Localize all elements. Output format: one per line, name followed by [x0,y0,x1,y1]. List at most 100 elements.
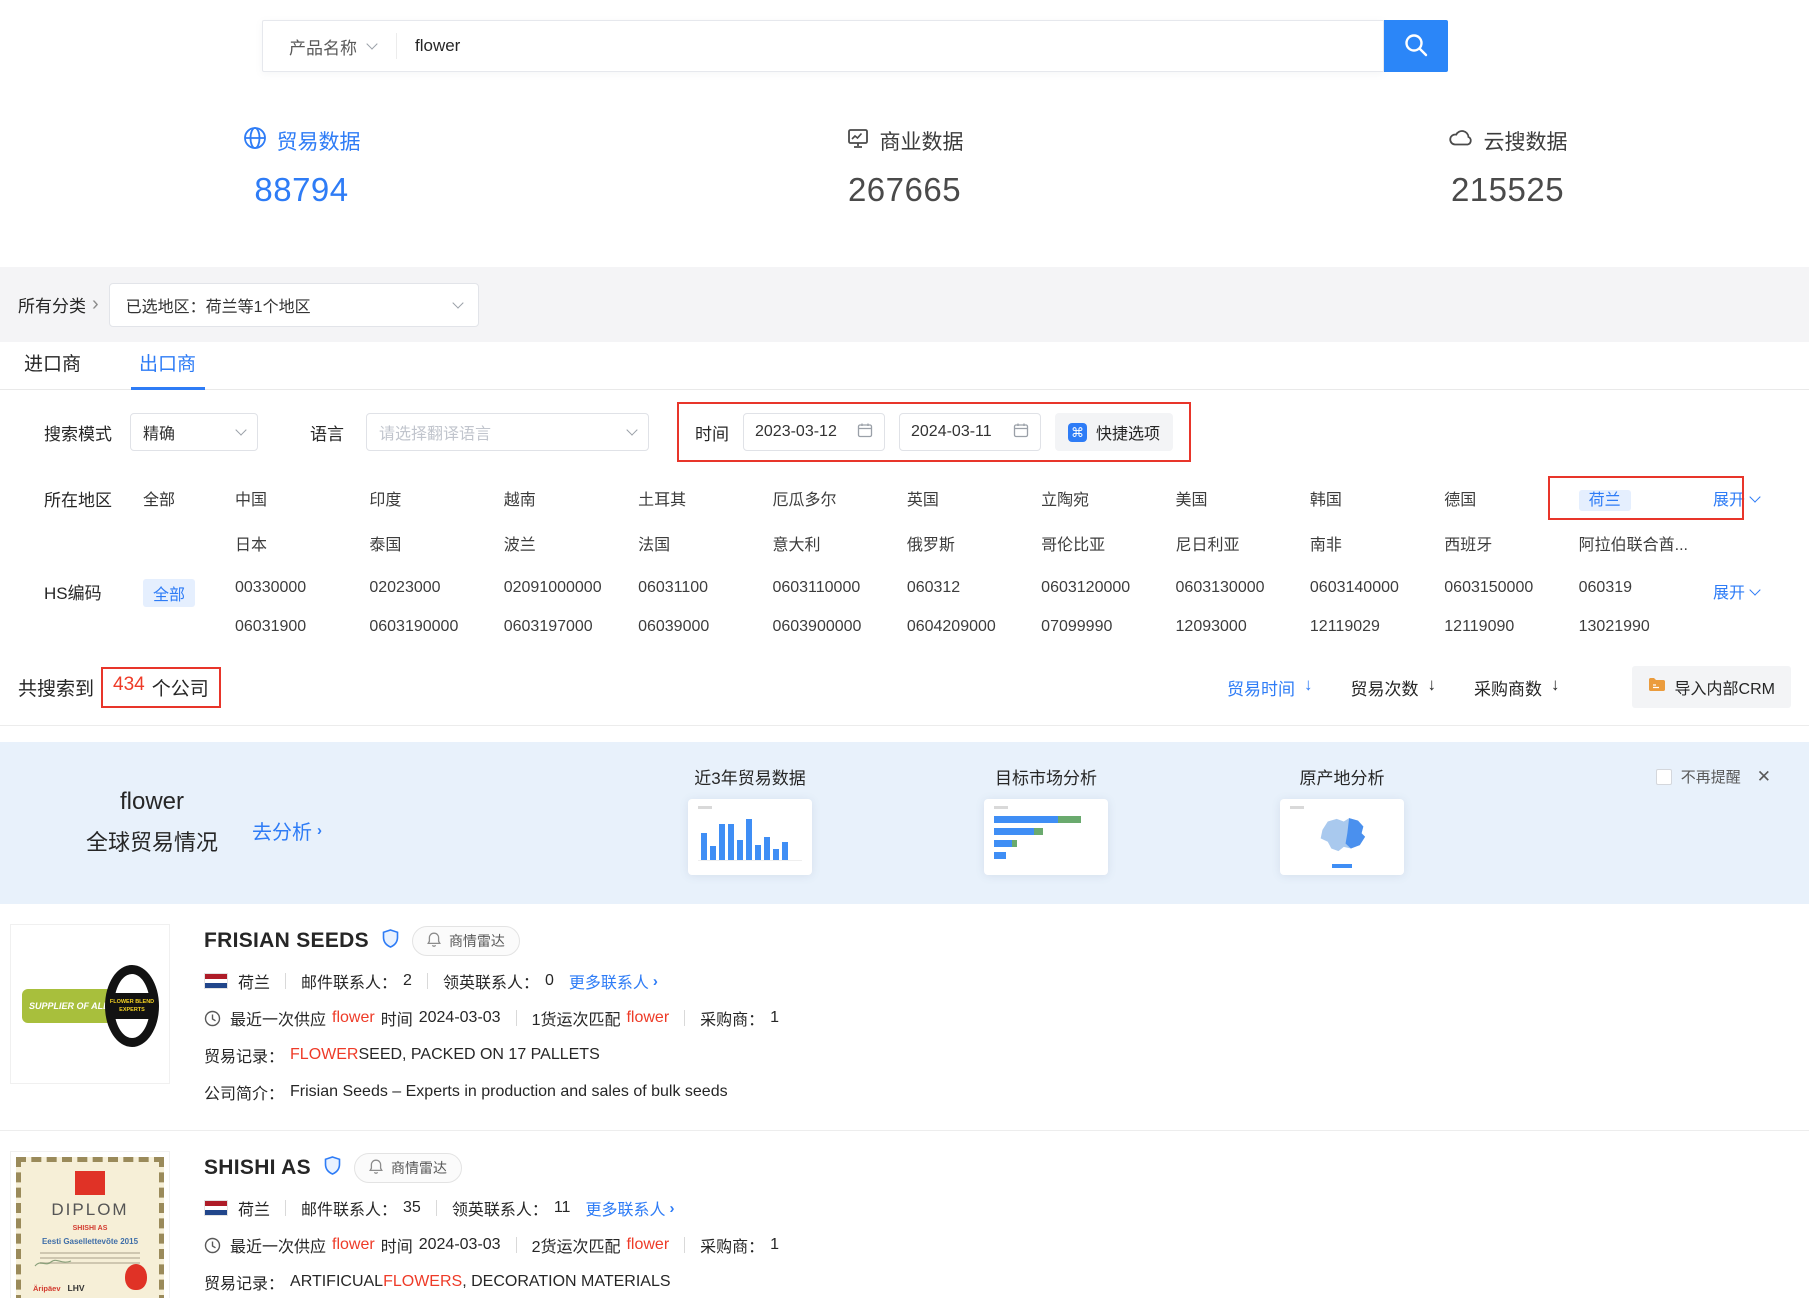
hs-code-item[interactable]: 060319 [1579,579,1713,597]
hs-code-item[interactable]: 0603130000 [1176,579,1310,597]
region-all-option[interactable]: 全部 [143,492,175,509]
hs-code-item[interactable]: 07099990 [1041,618,1175,636]
hbar-chart-thumbnail[interactable] [984,799,1108,875]
region-expand-link[interactable]: 展开 [1713,486,1809,510]
close-icon[interactable]: ✕ [1757,767,1771,787]
region-item[interactable]: 意大利 [772,531,906,555]
import-crm-button[interactable]: 导入内部CRM [1632,666,1791,708]
keyword-highlight: flower [626,1236,669,1254]
region-item[interactable]: 越南 [504,486,638,510]
hs-all-option[interactable]: 全部 [143,579,195,607]
region-filter: 所在地区 全部 荷兰 中国印度越南土耳其厄瓜多尔英国立陶宛美国韩国德国 日本泰国… [0,486,1809,555]
hs-code-item[interactable]: 0603900000 [772,618,906,636]
region-item[interactable]: 尼日利亚 [1176,531,1310,555]
region-item[interactable]: 韩国 [1310,486,1444,510]
sort-trade-count[interactable]: 贸易次数↓ [1351,675,1437,700]
region-item[interactable]: 中国 [235,486,369,510]
company-logo[interactable]: DIPLOM SHISHI AS Eesti Gasellettevõte 20… [10,1151,170,1298]
company-name[interactable]: SHISHI AS [204,1156,311,1180]
stat-label: 商业数据 [880,126,964,156]
search-input[interactable] [397,36,1383,56]
sort-buyer-count[interactable]: 采购商数↓ [1474,675,1560,700]
more-contacts-link[interactable]: 更多联系人› [585,1196,674,1220]
stat-business-data[interactable]: 商业数据 267665 [603,126,1206,209]
region-item[interactable]: 厄瓜多尔 [772,486,906,510]
hs-code-item[interactable]: 0603120000 [1041,579,1175,597]
map-thumbnail[interactable] [1280,799,1404,875]
buyer-count: 1 [770,1236,779,1254]
hs-code-item[interactable]: 12119090 [1444,618,1578,636]
breadcrumb[interactable]: 所有分类 [18,292,86,317]
region-item[interactable]: 西班牙 [1444,531,1578,555]
region-item[interactable]: 泰国 [369,531,503,555]
certificate-logo: DIPLOM SHISHI AS Eesti Gasellettevõte 20… [16,1157,164,1298]
company-contacts-row: 荷兰 邮件联系人：35 领英联系人：11 更多联系人› [204,1196,1809,1220]
company-name[interactable]: FRISIAN SEEDS [204,929,369,953]
region-item[interactable]: 阿拉伯联合酋... [1579,531,1713,555]
hs-code-item[interactable]: 0603197000 [504,618,638,636]
region-item[interactable]: 法国 [638,531,772,555]
breadcrumb-chevron-icon: › [92,293,99,316]
hs-code-item[interactable]: 06039000 [638,618,772,636]
tab-importer[interactable]: 进口商 [18,349,87,389]
keyword-highlight: flower [626,1009,669,1027]
dont-remind-checkbox[interactable] [1656,769,1672,785]
date-from-value: 2023-03-12 [755,423,837,441]
hs-code-item[interactable]: 0603110000 [772,579,906,597]
chevron-down-icon [452,297,463,308]
hs-code-item[interactable]: 0603140000 [1310,579,1444,597]
date-from-input[interactable]: 2023-03-12 [743,413,885,451]
region-item[interactable]: 土耳其 [638,486,772,510]
region-item[interactable]: 英国 [907,486,1041,510]
verified-shield-icon[interactable] [382,929,399,953]
hs-code-item[interactable]: 02023000 [369,579,503,597]
business-radar-button[interactable]: 商情雷达 [412,926,520,956]
hs-expand-link[interactable]: 展开 [1713,579,1809,603]
hs-code-item[interactable]: 13021990 [1579,618,1713,636]
region-item[interactable]: 波兰 [504,531,638,555]
region-item[interactable]: 俄罗斯 [907,531,1041,555]
arrow-down-icon: ↓ [1304,675,1313,700]
sort-controls: 贸易时间↓ 贸易次数↓ 采购商数↓ 导入内部CRM [1227,666,1791,708]
hs-code-item[interactable]: 0603150000 [1444,579,1578,597]
results-count-suffix: 个公司 [152,674,209,701]
region-item[interactable]: 德国 [1444,486,1578,510]
folder-icon [1648,677,1666,697]
search-button[interactable] [1384,20,1448,72]
quick-options-button[interactable]: ⌘ 快捷选项 [1055,413,1173,451]
stat-cloud-search-data[interactable]: 云搜数据 215525 [1206,126,1809,209]
bar-chart-thumbnail[interactable] [688,799,812,875]
business-radar-button[interactable]: 商情雷达 [354,1153,462,1183]
region-item-netherlands-selected[interactable]: 荷兰 [1579,486,1713,510]
language-select[interactable]: 请选择翻译语言 [366,413,649,451]
hs-code-item[interactable]: 00330000 [235,579,369,597]
search-mode-select[interactable]: 精确 [130,413,258,451]
clock-icon [204,1237,221,1254]
region-item[interactable]: 哥伦比亚 [1041,531,1175,555]
hs-code-item[interactable]: 06031900 [235,618,369,636]
verified-shield-icon[interactable] [324,1156,341,1180]
tab-exporter[interactable]: 出口商 [133,349,202,389]
region-item[interactable]: 美国 [1176,486,1310,510]
sort-trade-time[interactable]: 贸易时间↓ [1227,675,1313,700]
hs-code-item[interactable]: 06031100 [638,579,772,597]
date-to-input[interactable]: 2024-03-11 [899,413,1041,451]
hs-code-item[interactable]: 12119029 [1310,618,1444,636]
hs-code-item[interactable]: 060312 [907,579,1041,597]
region-item[interactable]: 南非 [1310,531,1444,555]
stat-trade-data[interactable]: 贸易数据 88794 [0,126,603,209]
go-analyze-link[interactable]: 去分析 › [252,816,322,845]
hs-code-item[interactable]: 02091000000 [504,579,638,597]
more-contacts-link[interactable]: 更多联系人› [569,969,658,993]
region-item[interactable]: 日本 [235,531,369,555]
company-logo[interactable]: SUPPLIER OF ALL SEEDS FLOWER BLENDEXPERT… [10,924,170,1084]
hs-code-item[interactable]: 12093000 [1176,618,1310,636]
hs-code-item[interactable]: 0603190000 [369,618,503,636]
language-placeholder: 请选择翻译语言 [379,420,491,444]
region-item[interactable]: 立陶宛 [1041,486,1175,510]
banner-card-trade-trend: 近3年贸易数据 [684,764,816,875]
region-item[interactable]: 印度 [369,486,503,510]
selected-region-dropdown[interactable]: 已选地区：荷兰等1个地区 [109,283,479,327]
hs-code-item[interactable]: 0604209000 [907,618,1041,636]
search-category-select[interactable]: 产品名称 [263,34,396,59]
